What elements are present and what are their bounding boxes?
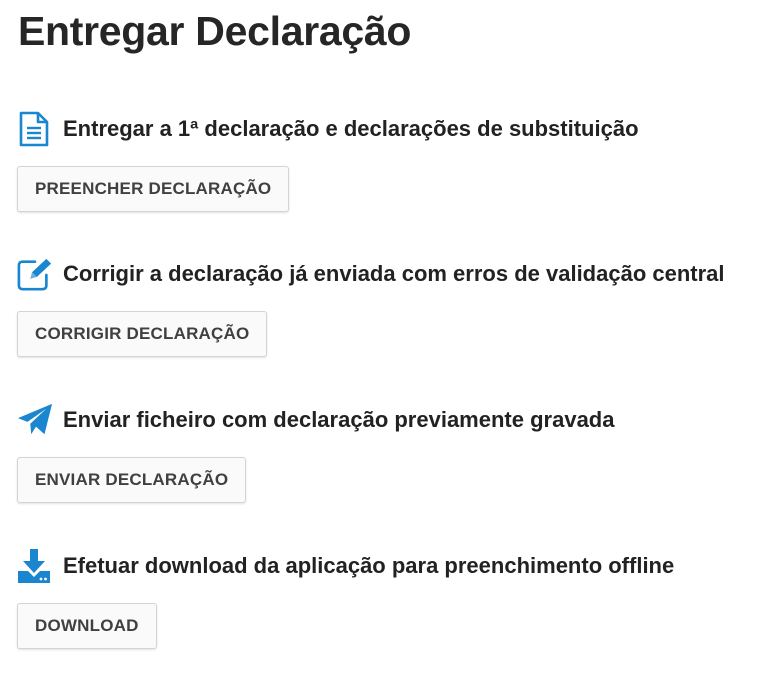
download-icon — [17, 548, 53, 584]
section-header: Corrigir a declaração já enviada com err… — [17, 256, 725, 292]
correct-declaration-button[interactable]: CORRIGIR DECLARAÇÃO — [17, 311, 268, 357]
section-title: Efetuar download da aplicação para preen… — [63, 553, 675, 578]
section-correct-declaration: Corrigir a declaração já enviada com err… — [17, 256, 725, 357]
paper-plane-icon — [17, 402, 53, 438]
section-title: Entregar a 1ª declaração e declarações d… — [63, 116, 639, 141]
section-send-declaration: Enviar ficheiro com declaração previamen… — [17, 402, 614, 503]
section-header: Efetuar download da aplicação para preen… — [17, 548, 674, 584]
section-title: Enviar ficheiro com declaração previamen… — [63, 407, 615, 432]
section-header: Enviar ficheiro com declaração previamen… — [17, 402, 614, 438]
section-header: Entregar a 1ª declaração e declarações d… — [17, 111, 639, 147]
section-fill-declaration: Entregar a 1ª declaração e declarações d… — [17, 111, 639, 212]
fill-declaration-button[interactable]: PREENCHER DECLARAÇÃO — [17, 166, 290, 212]
document-icon — [17, 111, 53, 147]
page-title: Entregar Declaração — [18, 8, 412, 54]
send-declaration-button[interactable]: ENVIAR DECLARAÇÃO — [17, 457, 247, 503]
section-download-app: Efetuar download da aplicação para preen… — [17, 548, 674, 649]
section-title: Corrigir a declaração já enviada com err… — [63, 261, 725, 286]
download-button[interactable]: DOWNLOAD — [17, 603, 157, 649]
edit-icon — [17, 256, 53, 292]
